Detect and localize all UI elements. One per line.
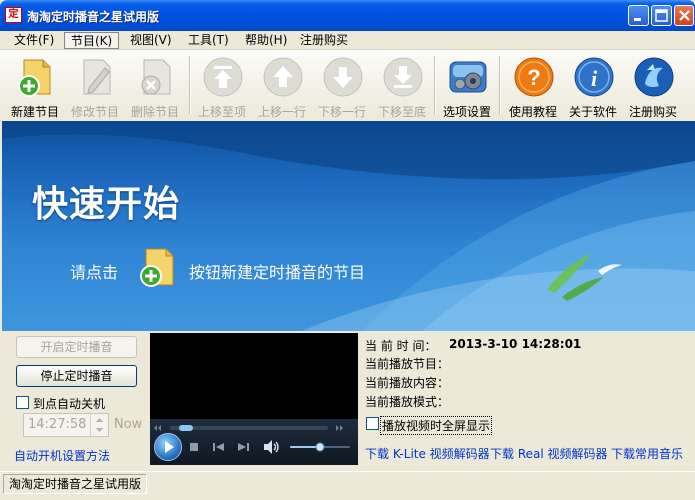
current-content-label: 当前播放内容： (365, 376, 450, 390)
now-button[interactable]: Now (114, 417, 142, 432)
quick-start-hint-suffix: 按钮新建定时播音的节目 (189, 263, 366, 282)
register-icon (634, 57, 674, 97)
music-download-link[interactable]: 下载常用音乐 (611, 445, 683, 462)
auto-shutdown-checkbox[interactable] (16, 396, 29, 409)
klite-download-link[interactable]: 下载 K-Lite 视频解码器 (365, 445, 490, 462)
control-panel: 开启定时播音 停止定时播音 到点自动关机 14:27:58 Now 自动开机设置… (2, 331, 695, 471)
menu-file[interactable]: 文件(F) (8, 32, 60, 49)
real-download-link[interactable]: 下载 Real 视频解码器 (490, 445, 608, 462)
status-bar: 淘淘定时播音之星试用版 (0, 471, 695, 500)
move-bottom-label: 下移至底 (377, 105, 426, 119)
delete-document-icon (141, 59, 171, 95)
stop-broadcast-button[interactable]: 停止定时播音 (16, 365, 137, 387)
tutorial-label: 使用教程 (508, 105, 557, 119)
time-spinner[interactable] (90, 414, 107, 436)
move-up-label: 上移一行 (257, 105, 306, 119)
menu-view[interactable]: 视图(V) (124, 32, 178, 49)
play-button[interactable] (154, 433, 182, 461)
current-program-label: 当前播放节目： (365, 357, 450, 371)
new-document-icon (140, 248, 174, 287)
next-icon[interactable] (236, 441, 250, 453)
move-down-label: 下移一行 (317, 105, 366, 119)
maximize-icon (655, 9, 668, 22)
toolbar-separator (499, 56, 501, 114)
current-time-value: 2013-3-10 14:28:01 (449, 337, 582, 351)
register-label: 注册购买 (628, 105, 677, 119)
previous-icon[interactable] (212, 441, 226, 453)
delete-program-button[interactable]: 删除节目 (125, 52, 185, 120)
edit-program-button[interactable]: 修改节目 (65, 52, 125, 120)
main-window: 定 淘淘定时播音之星试用版 文件(F) 节目(K) 视图(V) 工具(T) 帮助… (0, 0, 695, 500)
toolbar: 新建节目 修改节目 删除节目 上移至项 上移一行 下移一行 下移至底 选项设置 … (0, 50, 695, 121)
move-bottom-icon (383, 57, 423, 97)
options-button[interactable]: 选项设置 (437, 52, 497, 120)
title-bar[interactable]: 定 淘淘定时播音之星试用版 (0, 0, 695, 31)
menu-tools[interactable]: 工具(T) (182, 32, 235, 49)
tutorial-button[interactable]: ? 使用教程 (503, 52, 563, 120)
move-top-icon (203, 57, 243, 97)
help-icon: ? (514, 57, 554, 97)
minimize-button[interactable] (628, 5, 649, 26)
delete-program-label: 删除节目 (130, 105, 179, 119)
app-icon: 定 (5, 7, 22, 23)
settings-icon (449, 61, 487, 93)
current-time-label: 当 前 时 间： (365, 339, 437, 353)
window-title: 淘淘定时播音之星试用版 (27, 10, 160, 24)
move-top-button[interactable]: 上移至项 (192, 52, 252, 120)
new-document-icon (18, 59, 51, 97)
move-top-label: 上移至项 (197, 105, 246, 119)
move-bottom-button[interactable]: 下移至底 (372, 52, 432, 120)
auto-boot-settings-link[interactable]: 自动开机设置方法 (14, 447, 110, 464)
arrow-down-icon (323, 57, 363, 97)
quick-start-title: 快速开始 (32, 184, 181, 225)
edit-program-label: 修改节目 (70, 105, 119, 119)
new-program-button[interactable]: 新建节目 (5, 52, 65, 120)
volume-icon[interactable] (262, 439, 280, 455)
edit-document-icon (83, 59, 111, 95)
video-player[interactable] (150, 333, 358, 465)
move-up-button[interactable]: 上移一行 (252, 52, 312, 120)
close-button[interactable] (674, 5, 694, 26)
about-label: 关于软件 (568, 105, 617, 119)
player-controls (150, 419, 358, 465)
menu-help[interactable]: 帮助(H) (239, 32, 293, 49)
status-text: 淘淘定时播音之星试用版 (3, 474, 147, 494)
start-broadcast-button[interactable]: 开启定时播音 (16, 336, 137, 358)
info-icon: i (574, 57, 614, 97)
stop-icon[interactable] (188, 441, 200, 453)
quick-start-hint-prefix: 请点击 (70, 263, 119, 282)
options-label: 选项设置 (442, 105, 491, 119)
toolbar-separator (434, 56, 436, 114)
about-button[interactable]: i 关于软件 (563, 52, 623, 120)
maximize-button[interactable] (651, 5, 672, 26)
new-program-label: 新建节目 (10, 105, 59, 119)
svg-text:?: ? (527, 65, 540, 90)
close-icon (679, 10, 690, 21)
spinner-arrows-icon (96, 418, 103, 432)
move-down-button[interactable]: 下移一行 (312, 52, 372, 120)
volume-slider[interactable] (288, 441, 352, 453)
arrow-up-icon (263, 57, 303, 97)
current-mode-label: 当前播放模式： (365, 395, 450, 409)
quick-start-banner: 快速开始 请点击 按钮新建定时播音的节目 (2, 121, 695, 331)
auto-shutdown-label: 到点自动关机 (33, 397, 106, 411)
toolbar-separator (189, 56, 191, 114)
menu-program[interactable]: 节目(K) (64, 32, 120, 49)
fullscreen-label: 播放视频时全屏显示 (380, 416, 493, 435)
minimize-icon (634, 18, 641, 21)
register-button[interactable]: 注册购买 (623, 52, 683, 120)
svg-text:i: i (591, 66, 598, 91)
menu-register[interactable]: 注册购买 (294, 32, 354, 49)
play-icon (165, 441, 174, 453)
fullscreen-checkbox[interactable] (366, 417, 379, 430)
menu-bar: 文件(F) 节目(K) 视图(V) 工具(T) 帮助(H) 注册购买 (0, 31, 695, 50)
